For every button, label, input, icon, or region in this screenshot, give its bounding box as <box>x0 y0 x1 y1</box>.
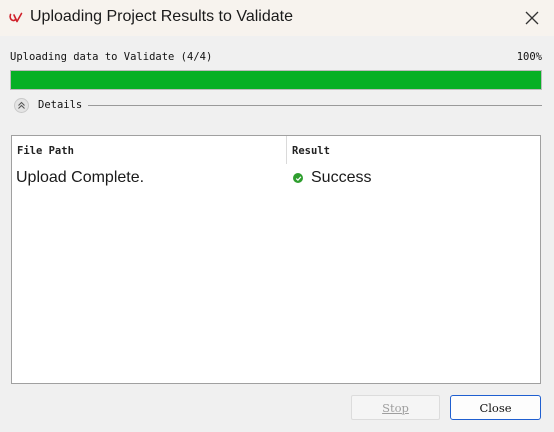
close-button[interactable]: Close <box>450 395 541 420</box>
file-path-cell: Upload Complete. <box>16 169 145 186</box>
result-cell: Success <box>311 169 372 186</box>
progress-percent: 100% <box>516 51 542 63</box>
qv-app-icon <box>9 12 23 23</box>
close-icon[interactable] <box>520 6 544 30</box>
progress-bar <box>10 70 542 90</box>
success-check-icon <box>293 173 303 183</box>
progress-bar-fill <box>11 71 541 89</box>
column-divider[interactable] <box>286 136 287 164</box>
column-header-result[interactable]: Result <box>292 145 330 157</box>
window-title: Uploading Project Results to Validate <box>30 8 293 25</box>
stop-button: Stop <box>351 395 440 420</box>
stop-button-label: Stop <box>382 400 409 415</box>
title-bar: Uploading Project Results to Validate <box>0 0 554 36</box>
column-header-file-path[interactable]: File Path <box>17 145 74 157</box>
details-label[interactable]: Details <box>38 99 82 111</box>
close-button-label: Close <box>479 400 512 415</box>
upload-status-text: Uploading data to Validate (4/4) <box>10 51 213 63</box>
chevron-up-icon[interactable] <box>14 98 29 113</box>
results-table: File Path Result Upload Complete. Succes… <box>11 135 541 384</box>
details-divider <box>88 105 542 106</box>
